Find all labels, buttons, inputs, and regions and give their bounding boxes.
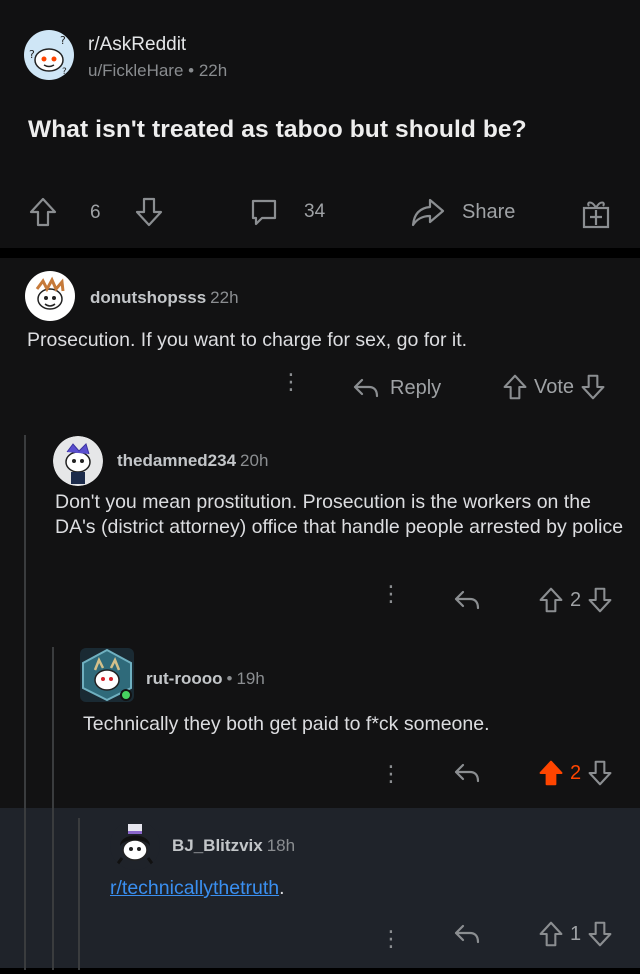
downvote-icon: [135, 197, 163, 227]
comment-vote-group: 2: [538, 759, 613, 787]
upvote-icon[interactable]: [502, 373, 528, 401]
bottom-divider: [0, 968, 640, 974]
comment-vote-group: 2: [538, 586, 613, 614]
upvote-icon[interactable]: [538, 920, 564, 948]
subreddit-name[interactable]: r/AskReddit: [88, 34, 186, 56]
comment-age: 18h: [266, 836, 296, 855]
downvote-icon[interactable]: [587, 920, 613, 948]
svg-text:?: ?: [60, 34, 66, 47]
comment-score: 1: [570, 922, 582, 945]
comment-header: BJ_Blitzvix 18h: [172, 836, 295, 856]
comment-age: 20h: [240, 451, 269, 470]
meta-separator: •: [188, 61, 195, 80]
subreddit-link[interactable]: r/technicallythetruth: [110, 877, 279, 899]
reply-icon: [353, 378, 379, 398]
comment-username[interactable]: BJ_Blitzvix: [172, 836, 263, 855]
more-icon[interactable]: ⋮: [380, 763, 402, 785]
comment-vote-group: 1: [538, 920, 613, 948]
comment-header: donutshopsss 22h: [90, 288, 239, 308]
online-indicator: [120, 689, 132, 701]
comment-username[interactable]: thedamned234: [117, 451, 236, 470]
post-meta: u/FickleHare • 22h: [88, 61, 227, 81]
share-label: Share: [462, 200, 516, 223]
upvote-icon[interactable]: [538, 759, 564, 787]
comments-button[interactable]: 34: [248, 196, 325, 228]
more-icon[interactable]: ⋮: [280, 371, 302, 393]
reply-icon: [454, 590, 480, 610]
comment-trailing-text: .: [279, 877, 285, 899]
subreddit-avatar[interactable]: ? ? ?: [24, 30, 74, 80]
comment-icon: [251, 199, 277, 226]
post-upvote-button[interactable]: [28, 196, 58, 228]
comment-separator: •: [226, 669, 233, 688]
comment-score: 2: [570, 761, 582, 784]
svg-text:?: ?: [29, 48, 35, 61]
comment-body: Don't you mean prostitution. Prosecution…: [55, 491, 624, 538]
more-icon[interactable]: ⋮: [380, 583, 402, 605]
post-downvote-button[interactable]: [134, 196, 164, 228]
post-score: 6: [90, 202, 101, 223]
post-age: 22h: [198, 61, 228, 80]
award-icon: [582, 201, 610, 229]
post-title[interactable]: What isn't treated as taboo but should b…: [28, 116, 527, 144]
comment-body: r/technicallythetruth.: [110, 876, 610, 901]
post-author[interactable]: u/FickleHare: [88, 61, 183, 80]
thread-line: [24, 435, 26, 970]
avatar[interactable]: [25, 271, 75, 321]
avatar[interactable]: [110, 820, 160, 870]
comment-header: thedamned234 20h: [117, 451, 268, 471]
thread-line: [78, 818, 80, 970]
downvote-icon[interactable]: [587, 759, 613, 787]
comment-count: 34: [304, 201, 326, 222]
comment-body: Prosecution. If you want to charge for s…: [27, 329, 468, 351]
comment-header: rut-roooo • 19h: [146, 669, 265, 689]
share-button[interactable]: Share: [410, 196, 515, 228]
post-card: ? ? ? r/AskReddit u/FickleHare • 22h Wha…: [0, 0, 640, 248]
section-divider: [0, 248, 640, 258]
reply-icon: [454, 924, 480, 944]
avatar[interactable]: [53, 436, 103, 486]
comment-body: Technically they both get paid to f*ck s…: [83, 713, 490, 735]
comment-username[interactable]: rut-roooo: [146, 669, 222, 688]
thread-line: [52, 647, 54, 970]
reply-button[interactable]: [453, 760, 481, 786]
comment-age: 19h: [236, 669, 265, 688]
reply-label: Reply: [390, 376, 442, 399]
downvote-icon[interactable]: [580, 373, 606, 401]
share-icon: [411, 198, 445, 227]
more-icon[interactable]: ⋮: [380, 928, 402, 950]
comment-username[interactable]: donutshopsss: [90, 288, 206, 307]
vote-label: Vote: [534, 375, 575, 398]
comment-vote-group: Vote: [502, 373, 606, 401]
upvote-icon[interactable]: [538, 586, 564, 614]
comment-score: 2: [570, 588, 582, 611]
reply-icon: [454, 763, 480, 783]
upvote-icon: [29, 197, 57, 227]
downvote-icon[interactable]: [587, 586, 613, 614]
svg-text:?: ?: [62, 67, 67, 77]
comment-age: 22h: [210, 288, 239, 307]
reply-button[interactable]: Reply: [352, 375, 441, 401]
reply-button[interactable]: [453, 587, 481, 613]
award-button[interactable]: [580, 196, 612, 230]
reply-button[interactable]: [453, 921, 481, 947]
